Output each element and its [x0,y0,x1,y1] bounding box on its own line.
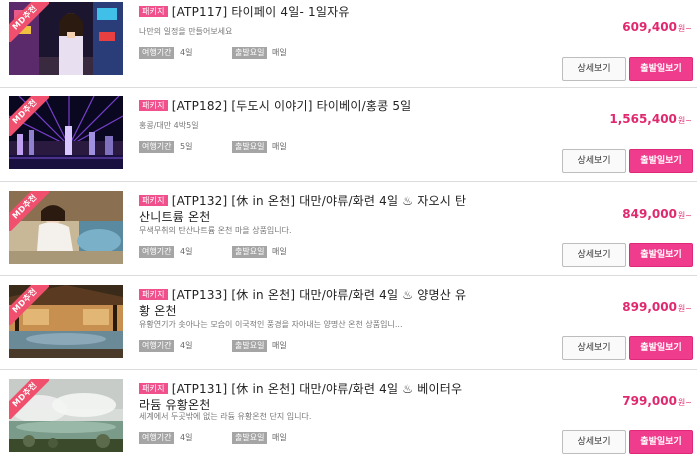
package-tag: 패키지 [139,100,168,111]
product-thumbnail[interactable]: MD추천 [9,191,123,264]
product-thumbnail[interactable]: MD추천 [9,285,123,358]
duration-label: 여행기간 [139,47,175,59]
duration-value: 5일 [180,142,193,151]
product-meta: 여행기간 4일 출발요일 매일 [139,246,339,258]
divider [0,369,697,370]
departure-value: 매일 [272,433,287,442]
duration-value: 4일 [180,433,193,442]
product-description: 홍콩/대만 4박5일 [139,121,199,130]
departure-dates-button[interactable]: 출발일보기 [629,336,693,360]
product-item: MD추천 패키지 [ATP182] [두도시 이야기] 타이베이/홍콩 5일 홍콩… [0,94,700,180]
product-description: 세계에서 두곳밖에 없는 라듐 유황온천 단지 입니다. [139,412,312,421]
detail-button[interactable]: 상세보기 [562,149,626,173]
product-meta: 여행기간 4일 출발요일 매일 [139,47,339,59]
departure-value: 매일 [272,341,287,350]
product-title[interactable]: 패키지 [ATP133] [休 in 온천] 대만/야류/화련 4일 ♨ 양명산 … [139,287,484,319]
departure-label: 출발요일 [232,432,268,444]
product-list: MD추천 패키지 [ATP117] 타이페이 4일- 1일자유 나만의 일정을 만… [0,0,700,458]
duration-value: 4일 [180,48,193,57]
departure-value: 매일 [272,247,287,256]
product-price: 849,000원~ [622,207,692,221]
departure-dates-button[interactable]: 출발일보기 [629,149,693,173]
product-meta: 여행기간 5일 출발요일 매일 [139,141,339,153]
product-description: 유황연기가 솟아나는 모습이 이국적인 풍경을 자아내는 양명산 온천 상품입니… [139,320,403,329]
departure-value: 매일 [272,142,287,151]
product-thumbnail[interactable]: MD추천 [9,2,123,75]
product-item: MD추천 패키지 [ATP117] 타이페이 4일- 1일자유 나만의 일정을 만… [0,0,700,86]
product-title[interactable]: 패키지 [ATP132] [休 in 온천] 대만/야류/화련 4일 ♨ 자오시 … [139,193,484,225]
product-item: MD추천 패키지 [ATP131] [休 in 온천] 대만/야류/화련 4일 ♨… [0,377,700,458]
departure-label: 출발요일 [232,141,268,153]
duration-value: 4일 [180,247,193,256]
duration-label: 여행기간 [139,340,175,352]
divider [0,181,697,182]
product-price: 799,000원~ [622,394,692,408]
product-title[interactable]: 패키지 [ATP131] [休 in 온천] 대만/야류/화련 4일 ♨ 베이터우… [139,381,484,413]
product-price: 609,400원~ [622,20,692,34]
departure-dates-button[interactable]: 출발일보기 [629,430,693,454]
package-tag: 패키지 [139,289,168,300]
divider [0,87,697,88]
product-thumbnail[interactable]: MD추천 [9,96,123,169]
md-recommend-badge: MD추천 [9,285,49,325]
md-recommend-badge: MD추천 [9,2,49,42]
departure-dates-button[interactable]: 출발일보기 [629,57,693,81]
md-recommend-badge: MD추천 [9,379,49,419]
md-recommend-badge: MD추천 [9,96,49,136]
detail-button[interactable]: 상세보기 [562,57,626,81]
product-title[interactable]: 패키지 [ATP117] 타이페이 4일- 1일자유 [139,4,484,20]
product-description: 나만의 일정을 만들어보세요 [139,27,233,36]
product-item: MD추천 패키지 [ATP133] [休 in 온천] 대만/야류/화련 4일 ♨… [0,283,700,369]
product-item: MD추천 패키지 [ATP132] [休 in 온천] 대만/야류/화련 4일 ♨… [0,189,700,275]
detail-button[interactable]: 상세보기 [562,430,626,454]
md-recommend-badge: MD추천 [9,191,49,231]
package-tag: 패키지 [139,6,168,17]
product-description: 무색무취의 탄산나트륨 온천 마을 상품입니다. [139,226,292,235]
package-tag: 패키지 [139,195,168,206]
detail-button[interactable]: 상세보기 [562,243,626,267]
departure-label: 출발요일 [232,47,268,59]
departure-dates-button[interactable]: 출발일보기 [629,243,693,267]
product-title[interactable]: 패키지 [ATP182] [두도시 이야기] 타이베이/홍콩 5일 [139,98,484,114]
divider [0,275,697,276]
departure-label: 출발요일 [232,340,268,352]
departure-label: 출발요일 [232,246,268,258]
product-price: 899,000원~ [622,300,692,314]
package-tag: 패키지 [139,383,168,394]
product-thumbnail[interactable]: MD추천 [9,379,123,452]
duration-label: 여행기간 [139,246,175,258]
product-meta: 여행기간 4일 출발요일 매일 [139,432,339,444]
duration-label: 여행기간 [139,432,175,444]
detail-button[interactable]: 상세보기 [562,336,626,360]
duration-label: 여행기간 [139,141,175,153]
product-meta: 여행기간 4일 출발요일 매일 [139,340,339,352]
duration-value: 4일 [180,341,193,350]
product-price: 1,565,400원~ [609,112,692,126]
departure-value: 매일 [272,48,287,57]
